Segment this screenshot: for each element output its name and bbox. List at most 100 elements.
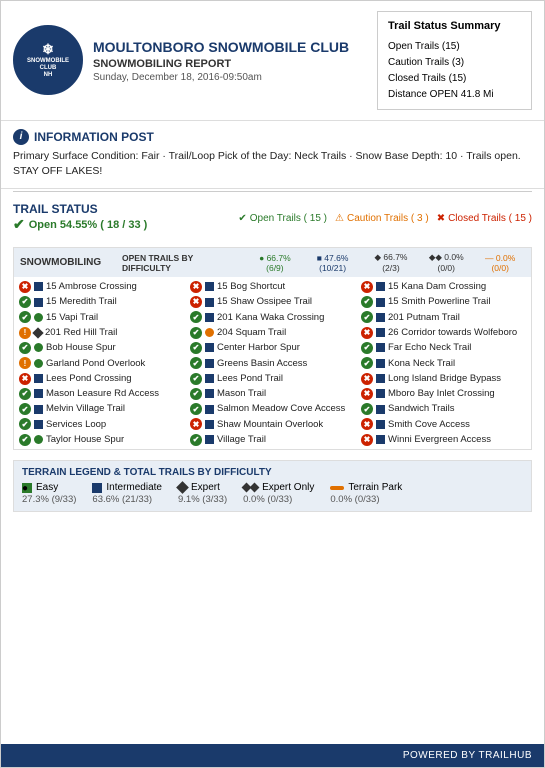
footer: POWERED BY TRAILHUB [1,744,544,767]
legend-label: Expert [191,482,220,493]
status-open-icon: ✔ [19,418,31,430]
badge-closed: ✖ Closed Trails ( 15 ) [437,213,532,224]
diff-exponly-pct: ◆◆ 0.0% (0/0) [419,252,473,273]
trail-item: ✔ Mason Trail [187,386,358,401]
status-open-icon: ✔ [361,311,373,323]
inter-diff-icon [376,359,385,368]
status-open-icon: ✔ [19,311,31,323]
summary-title: Trail Status Summary [388,18,521,36]
status-open-icon: ✔ [190,388,202,400]
legend-easy-icon: ● [22,483,32,493]
trail-item: ✔Taylor House Spur [16,432,187,447]
footer-text: POWERED BY TRAILHUB [403,750,532,761]
trail-name: Mboro Bay Inlet Crossing [388,387,495,400]
status-closed-icon: ✖ [361,327,373,339]
info-icon: i [13,129,29,145]
legend-exponly-icon [243,484,258,491]
badge-caution-icon: ⚠ [335,213,344,224]
legend-icon-label: Terrain Park [330,482,402,493]
status-open-icon: ✔ [190,434,202,446]
inter-diff-icon [34,374,43,383]
inter-diff-icon [205,405,214,414]
diff-expert-pct: ◆ 66.7% (2/3) [365,252,417,273]
status-closed-icon: ✖ [190,418,202,430]
trail-name: Mason Leasure Rd Access [46,387,159,400]
trail-name: 15 Vapi Trail [46,311,98,324]
inter-diff-icon [376,298,385,307]
open-check-icon: ✔ [13,216,25,233]
trail-item: ✖Mboro Bay Inlet Crossing [358,386,529,401]
trail-item: !Garland Pond Overlook [16,356,187,371]
status-open-icon: ✔ [361,342,373,354]
trail-name: 15 Meredith Trail [46,295,117,308]
trail-name: Sandwich Trails [388,402,455,415]
trail-name: Lees Pond Trail [217,372,283,385]
trail-item: ✔ 15 Vapi Trail [16,310,187,325]
snowflake-icon: ❄ [42,41,54,58]
status-open-icon: ✔ [190,357,202,369]
status-open-icon: ✔ [190,373,202,385]
badge-open: ✔ Open Trails ( 15 ) [238,213,327,224]
status-caution-icon: ! [19,357,31,369]
legend-section: TERRAIN LEGEND & TOTAL TRAILS by DIFFICU… [13,460,532,512]
trail-item: ✔Greens Basin Access [187,356,358,371]
trail-item: ✖Winni Evergreen Access [358,432,529,447]
inter-diff-icon [205,298,214,307]
trail-name: Lees Pond Crossing [46,372,132,385]
trail-item: ✔201 Putnam Trail [358,310,529,325]
status-open-icon: ✔ [19,434,31,446]
inter-diff-icon [34,282,43,291]
inter-diff-icon [205,420,214,429]
trail-item: ✔Kona Neck Trail [358,356,529,371]
legend-pct: 9.1% (3/33) [178,494,227,505]
diff-inter-val: 47.6% (10/21) [319,253,348,273]
trail-summary-box: Trail Status Summary Open Trails (15) Ca… [377,11,532,110]
trail-item: ✔Far Echo Neck Trail [358,340,529,355]
status-closed-icon: ✖ [361,434,373,446]
status-caution-icon: ! [19,327,31,339]
badge-closed-label: Closed Trails ( 15 ) [448,213,532,224]
logo-inner: ❄ SNOWMOBILE CLUB NH [27,41,69,79]
legend-label: Terrain Park [348,482,402,493]
status-closed-icon: ✖ [190,296,202,308]
trail-item: !201 Red Hill Trail [16,325,187,340]
inter-diff-icon [376,313,385,322]
trail-item: ✖Smith Cove Access [358,417,529,432]
diff-inter-pct: ■ 47.6% (10/21) [302,253,362,273]
diff-header: OPEN TRAILS BY DIFFICULTY [122,253,243,273]
inter-diff-icon [205,359,214,368]
inter-diff-icon [205,313,214,322]
legend-item-3: Expert Only0.0% (0/33) [243,482,314,505]
open-pct-text: Open 54.55% ( 18 / 33 ) [29,219,148,231]
status-closed-icon: ✖ [190,281,202,293]
trail-item: ✔Services Loop [16,417,187,432]
status-closed-icon: ✖ [361,418,373,430]
trail-name: Mason Trail [217,387,266,400]
summary-caution: Caution Trails (3) [388,55,521,71]
expert-diamond-icon: ◆ [374,252,381,262]
inter-diff-icon [205,389,214,398]
report-date: Sunday, December 18, 2016-09:50am [93,72,367,83]
legend-label: Intermediate [106,482,162,493]
trail-item: ✔201 Kana Waka Crossing [187,310,358,325]
legend-label: Easy [36,482,58,493]
status-open-icon: ✔ [190,327,202,339]
summary-closed: Closed Trails (15) [388,71,521,87]
trail-item: ✔15 Smith Powerline Trail [358,294,529,309]
club-name: MOULTONBORO SNOWMOBILE CLUB [93,38,367,56]
legend-icon-label: Expert Only [243,482,314,493]
easy-diff-icon [34,435,43,444]
badge-open-icon: ✔ [238,213,246,224]
trail-col-2: ✖15 Bog Shortcut✖15 Shaw Ossipee Trail✔2… [187,279,358,447]
trail-item: ✔Sandwich Trails [358,401,529,416]
trail-name: Bob House Spur [46,341,116,354]
legend-icon-label: Intermediate [92,482,162,493]
exponly-icon: ◆◆ [429,252,442,262]
trail-item: ✔Mason Leasure Rd Access [16,386,187,401]
inter-diff-icon [205,435,214,444]
badge-caution: ⚠ Caution Trails ( 3 ) [335,213,429,224]
legend-item-0: ●Easy27.3% (9/33) [22,482,76,505]
logo: ❄ SNOWMOBILE CLUB NH [13,25,83,95]
summary-distance: Distance OPEN 41.8 Mi [388,87,521,103]
trail-name: 15 Shaw Ossipee Trail [217,295,312,308]
